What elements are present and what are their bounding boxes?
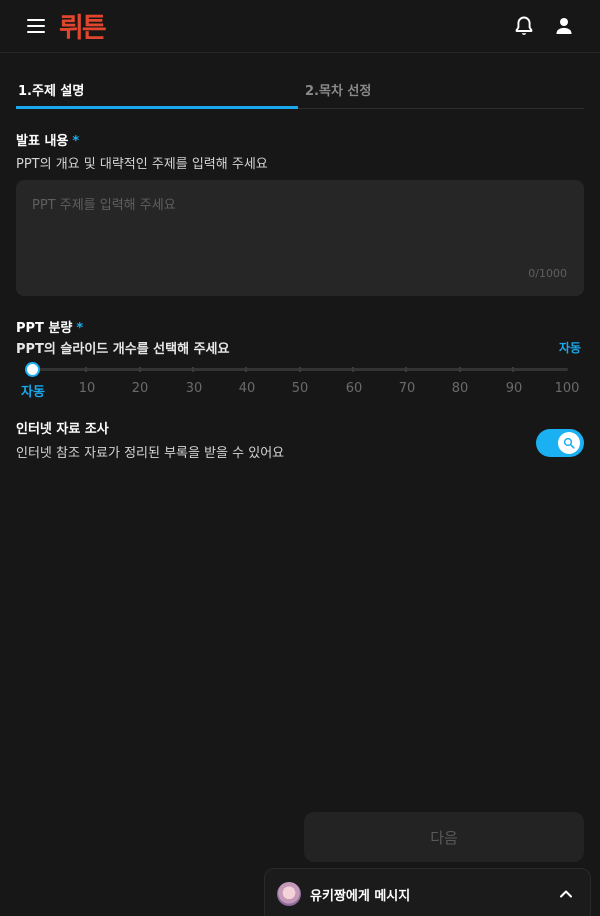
tab-topic-description[interactable]: 1.주제 설명 (18, 80, 84, 99)
slider-tick (139, 367, 141, 372)
slider-label-10[interactable]: 10 (79, 381, 96, 396)
slider-tick (192, 367, 194, 372)
chat-label: 유키짱에게 메시지 (310, 889, 411, 904)
slider-label-90[interactable]: 90 (506, 381, 523, 396)
slider-label-100[interactable]: 100 (555, 381, 580, 396)
slider-label-80[interactable]: 80 (452, 381, 469, 396)
volume-title-text: PPT 분량 (16, 321, 73, 336)
internet-research-toggle[interactable] (536, 429, 584, 457)
slider-label-60[interactable]: 60 (346, 381, 363, 396)
slider-label-20[interactable]: 20 (132, 381, 149, 396)
topic-description: PPT의 개요 및 대략적인 주제를 입력해 주세요 (16, 157, 268, 172)
topic-input-box: 0/1000 (16, 180, 584, 296)
slider-label-50[interactable]: 50 (292, 381, 309, 396)
app-logo[interactable]: 뤼튼 (59, 6, 107, 45)
chat-message-bar[interactable]: 유키짱에게 메시지 (264, 868, 591, 916)
bell-icon[interactable] (512, 14, 536, 38)
slide-count-value: 자동 (559, 341, 582, 355)
slide-count-slider-track[interactable] (33, 367, 568, 372)
internet-research-title: 인터넷 자료 조사 (16, 422, 109, 437)
slider-label-30[interactable]: 30 (186, 381, 203, 396)
chevron-up-icon[interactable] (558, 886, 574, 902)
slider-tick (512, 367, 514, 372)
search-icon (563, 437, 575, 449)
slider-tick (85, 367, 87, 372)
volume-description: PPT의 슬라이드 개수를 선택해 주세요 (16, 342, 230, 357)
active-tab-indicator (16, 106, 298, 109)
toggle-knob (558, 432, 580, 454)
slider-label-40[interactable]: 40 (239, 381, 256, 396)
slider-label-auto[interactable]: 자동 (21, 381, 45, 400)
next-button[interactable]: 다음 (304, 812, 584, 862)
tab-outline-selection[interactable]: 2.목차 선정 (305, 80, 371, 99)
slider-label-70[interactable]: 70 (399, 381, 416, 396)
menu-icon[interactable] (24, 15, 48, 37)
slider-tick (299, 367, 301, 372)
slider-tick (245, 367, 247, 372)
topic-section-title: 발표 내용 * (16, 130, 79, 149)
avatar (277, 882, 301, 906)
slider-tick (459, 367, 461, 372)
topic-title-text: 발표 내용 (16, 134, 69, 149)
top-header: 뤼튼 (0, 0, 600, 53)
slider-tick (405, 367, 407, 372)
slider-tick (352, 367, 354, 372)
character-counter: 0/1000 (528, 267, 567, 280)
user-icon[interactable] (552, 14, 576, 38)
required-mark: * (72, 134, 80, 149)
slide-count-slider-thumb[interactable] (25, 362, 40, 377)
topic-input[interactable] (16, 180, 584, 296)
internet-research-description: 인터넷 참조 자료가 정리된 부록을 받을 수 있어요 (16, 446, 285, 461)
step-tabs: 1.주제 설명 2.목차 선정 (16, 70, 584, 109)
volume-section-title: PPT 분량 * (16, 317, 83, 336)
required-mark: * (76, 321, 84, 336)
